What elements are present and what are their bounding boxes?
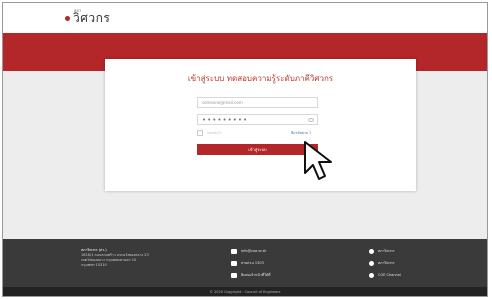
- social-facebook-text: สภาวิศวกร: [378, 249, 395, 253]
- password-mask: •••••••••: [202, 116, 249, 124]
- logo[interactable]: สภา วิศวกร: [65, 8, 110, 25]
- footer-address: สภาวิศวกร (สว.) 1616/1 ถนนลาดพร้าว แขวงว…: [81, 248, 171, 268]
- remember-me[interactable]: จดจำฉันไว้: [197, 130, 221, 136]
- logo-dot-icon: [65, 16, 70, 21]
- document-icon: [231, 272, 237, 278]
- line-icon: [369, 260, 374, 266]
- phone-icon: [231, 260, 237, 266]
- youtube-icon: [369, 272, 374, 278]
- contact-staff-text: ติดต่อเจ้าหน้าที่ได้ที่: [241, 273, 271, 277]
- contact-staff[interactable]: ติดต่อเจ้าหน้าที่ได้ที่: [231, 272, 270, 278]
- logo-small-text: สภา: [74, 8, 82, 13]
- browser-frame: สภา วิศวกร เข้าสู่ระบบ ทดสอบความรู้ระดับ…: [2, 2, 488, 297]
- mouse-pointer-icon: [304, 141, 332, 180]
- contact-phone[interactable]: สายด่วน 1303: [231, 260, 270, 266]
- social-youtube[interactable]: COE Channel: [369, 272, 401, 278]
- social-youtube-text: COE Channel: [378, 273, 401, 277]
- facebook-icon: [369, 248, 374, 254]
- footer: สภาวิศวกร (สว.) 1616/1 ถนนลาดพร้าว แขวงว…: [3, 239, 487, 287]
- social-line[interactable]: สภาวิศวกร: [369, 260, 401, 266]
- social-line-text: สภาวิศวกร: [378, 261, 395, 265]
- forgot-password-link[interactable]: ลืมรหัสผ่าน ?: [291, 130, 311, 136]
- footer-address-line: กรุงเทพฯ 10310: [81, 263, 107, 267]
- copyright-text: © 2020 Copyright : Council of Engineers: [209, 290, 281, 294]
- top-header: สภา วิศวกร: [3, 3, 487, 33]
- footer-socials: สภาวิศวกร สภาวิศวกร COE Channel: [369, 248, 401, 284]
- email-field[interactable]: [197, 97, 318, 108]
- social-facebook[interactable]: สภาวิศวกร: [369, 248, 401, 254]
- password-field[interactable]: •••••••••: [197, 114, 318, 125]
- login-card: เข้าสู่ระบบ ทดสอบความรู้ระดับภาคีวิศวกร …: [105, 59, 416, 191]
- login-button[interactable]: เข้าสู่ระบบ: [197, 144, 318, 155]
- footer-contacts: info@coe.or.th สายด่วน 1303 ติดต่อเจ้าหน…: [231, 248, 270, 284]
- footer-bottom-bar: © 2020 Copyright : Council of Engineers: [3, 287, 487, 296]
- remember-checkbox[interactable]: [197, 130, 203, 136]
- contact-email[interactable]: info@coe.or.th: [231, 248, 270, 254]
- eye-icon[interactable]: [308, 118, 314, 122]
- contact-email-text: info@coe.or.th: [241, 249, 267, 253]
- mail-icon: [231, 248, 237, 254]
- remember-label: จดจำฉันไว้: [207, 130, 222, 135]
- contact-phone-text: สายด่วน 1303: [241, 261, 264, 265]
- login-title: เข้าสู่ระบบ ทดสอบความรู้ระดับภาคีวิศวกร: [187, 74, 334, 83]
